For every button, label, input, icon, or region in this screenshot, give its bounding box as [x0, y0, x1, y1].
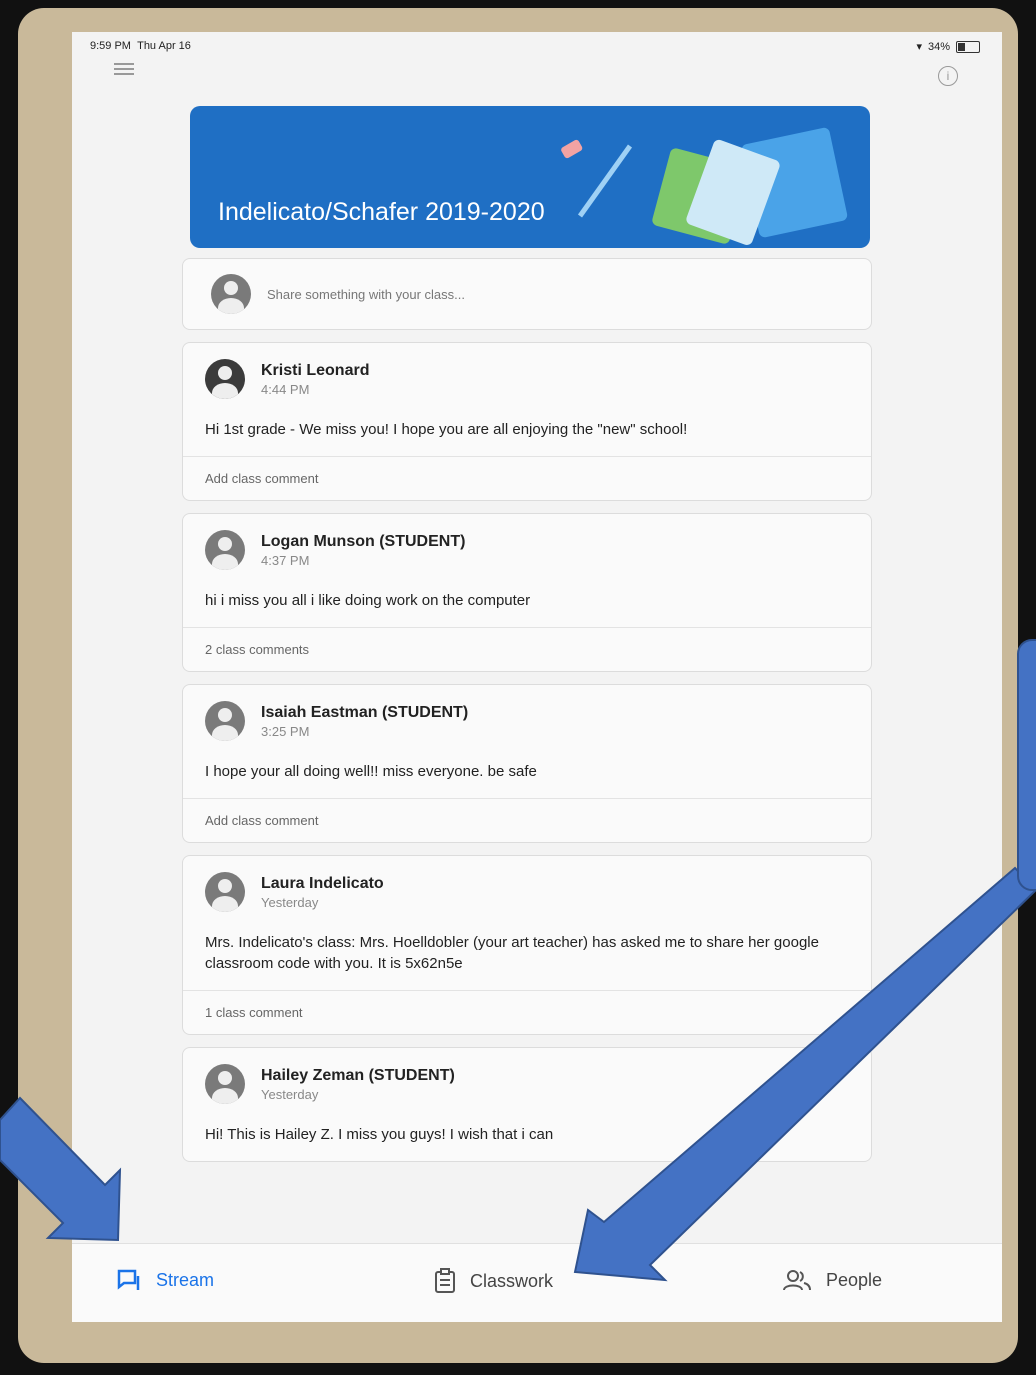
classwork-icon — [435, 1268, 455, 1293]
nav-stream[interactable]: Stream — [116, 1268, 214, 1292]
post-author: Hailey Zeman (STUDENT) — [261, 1066, 455, 1084]
post-card: Hailey Zeman (STUDENT) Yesterday Hi! This… — [182, 1047, 872, 1162]
status-time: 9:59 PM Thu Apr 16 — [90, 40, 191, 52]
stream-feed: Share something with your class... Krist… — [182, 258, 872, 1174]
post-card: Kristi Leonard 4:44 PM Hi 1st grade - We … — [182, 342, 872, 501]
nav-classwork-label: Classwork — [470, 1270, 554, 1291]
people-icon — [783, 1270, 811, 1291]
share-box[interactable]: Share something with your class... — [182, 258, 872, 330]
avatar — [205, 1064, 245, 1104]
info-icon[interactable]: i — [938, 66, 958, 86]
avatar — [205, 530, 245, 570]
avatar — [205, 872, 245, 912]
nav-people[interactable]: People — [782, 1268, 882, 1292]
post-card: Logan Munson (STUDENT) 4:37 PM hi i miss … — [182, 513, 872, 672]
post-time: 4:44 PM — [261, 381, 310, 397]
post-time: Yesterday — [261, 1086, 319, 1102]
post-time: 4:37 PM — [261, 552, 310, 568]
menu-icon[interactable] — [114, 60, 134, 78]
post-author: Logan Munson (STUDENT) — [261, 532, 466, 550]
share-placeholder[interactable]: Share something with your class... — [267, 287, 465, 302]
post-body: Hi 1st grade - We miss you! I hope you a… — [205, 421, 688, 438]
app-screen: 9:59 PM Thu Apr 16 ▾ 34% i Indelicato/Sc… — [72, 32, 1002, 1322]
battery-icon — [956, 40, 980, 53]
post-body: I hope your all doing well!! miss everyo… — [205, 763, 537, 780]
post-author: Laura Indelicato — [261, 874, 384, 892]
add-class-comment[interactable]: Add class comment — [183, 456, 871, 500]
callout-box — [1017, 639, 1036, 891]
nav-people-label: People — [826, 1269, 883, 1290]
class-banner: Indelicato/Schafer 2019-2020 — [190, 106, 870, 248]
post-author: Kristi Leonard — [261, 361, 370, 379]
nav-classwork[interactable]: Classwork — [434, 1268, 553, 1294]
post-card: Isaiah Eastman (STUDENT) 3:25 PM I hope y… — [182, 684, 872, 843]
class-comments-link[interactable]: 2 class comments — [183, 627, 871, 671]
class-title: Indelicato/Schafer 2019-2020 — [218, 198, 545, 226]
post-body: hi i miss you all i like doing work on t… — [205, 592, 531, 609]
nav-stream-label: Stream — [156, 1269, 215, 1290]
class-comments-link[interactable]: 1 class comment — [183, 990, 871, 1034]
stream-icon — [117, 1269, 140, 1290]
post-time: Yesterday — [261, 894, 319, 910]
status-bar: 9:59 PM Thu Apr 16 ▾ 34% — [72, 32, 1002, 60]
post-author: Isaiah Eastman (STUDENT) — [261, 703, 469, 721]
post-time: 3:25 PM — [261, 723, 310, 739]
avatar — [205, 701, 245, 741]
post-body: Hi! This is Hailey Z. I miss you guys! I… — [205, 1126, 554, 1143]
bottom-nav: Stream Classwork People — [72, 1243, 1002, 1322]
status-right: ▾ 34% — [916, 40, 980, 53]
avatar — [205, 359, 245, 399]
post-card: Laura Indelicato Yesterday Mrs. Indelicat… — [182, 855, 872, 1035]
post-body: Mrs. Indelicato's class: Mrs. Hoelldoble… — [205, 934, 819, 972]
wifi-icon: ▾ — [916, 41, 922, 53]
avatar — [211, 274, 251, 314]
add-class-comment[interactable]: Add class comment — [183, 798, 871, 842]
battery-percent: 34% — [927, 40, 950, 53]
